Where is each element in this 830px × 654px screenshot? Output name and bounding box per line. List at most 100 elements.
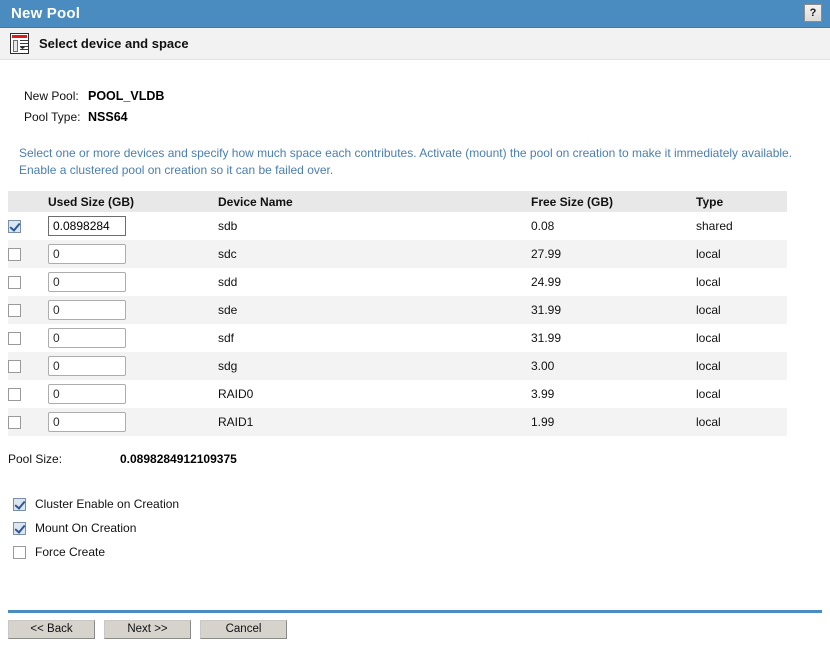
used-size-input[interactable] xyxy=(48,328,126,348)
table-row: RAID11.99local xyxy=(8,408,787,436)
type-cell: local xyxy=(696,296,787,324)
row-select-checkbox[interactable] xyxy=(8,248,21,261)
option-checkbox[interactable] xyxy=(13,546,26,559)
free-size-cell: 31.99 xyxy=(531,296,696,324)
instruction-text: Select one or more devices and specify h… xyxy=(0,145,830,178)
new-pool-value: POOL_VLDB xyxy=(88,86,164,107)
used-size-cell xyxy=(48,352,218,380)
step-header: ◂▸ Select device and space xyxy=(0,28,830,60)
row-select-checkbox[interactable] xyxy=(8,416,21,429)
pool-size-row: Pool Size: 0.0898284912109375 xyxy=(0,452,830,466)
used-size-input[interactable] xyxy=(48,412,126,432)
row-select-cell xyxy=(8,380,48,408)
row-select-cell xyxy=(8,296,48,324)
table-row: sdf31.99local xyxy=(8,324,787,352)
pool-type-label: Pool Type: xyxy=(24,107,88,128)
type-cell: local xyxy=(696,324,787,352)
next-button[interactable]: Next >> xyxy=(104,620,191,639)
row-select-checkbox[interactable] xyxy=(8,304,21,317)
window-title: New Pool xyxy=(0,5,80,22)
back-button[interactable]: << Back xyxy=(8,620,95,639)
used-size-cell xyxy=(48,212,218,240)
option-label: Force Create xyxy=(35,545,105,559)
row-select-checkbox[interactable] xyxy=(8,388,21,401)
help-button[interactable]: ? xyxy=(804,4,822,22)
window-titlebar: New Pool ? xyxy=(0,0,830,28)
table-row: sdb0.08shared xyxy=(8,212,787,240)
pool-type-row: Pool Type: NSS64 xyxy=(24,107,830,128)
pool-info: New Pool: POOL_VLDB Pool Type: NSS64 xyxy=(0,86,830,128)
table-row: sde31.99local xyxy=(8,296,787,324)
table-row: sdg3.00local xyxy=(8,352,787,380)
footer-divider xyxy=(8,610,822,613)
pool-size-value: 0.0898284912109375 xyxy=(120,452,237,466)
used-size-cell xyxy=(48,408,218,436)
option-row[interactable]: Mount On Creation xyxy=(13,516,830,540)
option-checkbox[interactable] xyxy=(13,522,26,535)
row-select-cell xyxy=(8,408,48,436)
row-select-checkbox[interactable] xyxy=(8,360,21,373)
row-select-cell xyxy=(8,352,48,380)
table-row: RAID03.99local xyxy=(8,380,787,408)
used-size-cell xyxy=(48,240,218,268)
row-select-cell xyxy=(8,268,48,296)
option-label: Mount On Creation xyxy=(35,521,136,535)
used-size-input[interactable] xyxy=(48,384,126,404)
used-size-cell xyxy=(48,296,218,324)
device-name-cell: sdf xyxy=(218,324,531,352)
column-header-type: Type xyxy=(696,191,787,212)
free-size-cell: 3.99 xyxy=(531,380,696,408)
device-name-cell: RAID1 xyxy=(218,408,531,436)
device-space-icon: ◂▸ xyxy=(10,33,29,54)
device-name-cell: sdd xyxy=(218,268,531,296)
free-size-cell: 3.00 xyxy=(531,352,696,380)
new-pool-label: New Pool: xyxy=(24,86,88,107)
pool-size-label: Pool Size: xyxy=(8,452,120,466)
used-size-input[interactable] xyxy=(48,356,126,376)
free-size-cell: 27.99 xyxy=(531,240,696,268)
step-title: Select device and space xyxy=(39,36,189,51)
used-size-input[interactable] xyxy=(48,216,126,236)
device-table-body: sdb0.08sharedsdc27.99localsdd24.99locals… xyxy=(8,212,787,436)
type-cell: local xyxy=(696,408,787,436)
row-select-cell xyxy=(8,240,48,268)
table-header-row: Used Size (GB) Device Name Free Size (GB… xyxy=(8,191,787,212)
row-select-checkbox[interactable] xyxy=(8,332,21,345)
device-name-cell: sdb xyxy=(218,212,531,240)
row-select-checkbox[interactable] xyxy=(8,220,21,233)
option-label: Cluster Enable on Creation xyxy=(35,497,179,511)
option-checkbox[interactable] xyxy=(13,498,26,511)
used-size-cell xyxy=(48,324,218,352)
cancel-button[interactable]: Cancel xyxy=(200,620,287,639)
column-header-free-size: Free Size (GB) xyxy=(531,191,696,212)
used-size-cell xyxy=(48,268,218,296)
table-row: sdd24.99local xyxy=(8,268,787,296)
free-size-cell: 0.08 xyxy=(531,212,696,240)
table-row: sdc27.99local xyxy=(8,240,787,268)
used-size-input[interactable] xyxy=(48,244,126,264)
used-size-cell xyxy=(48,380,218,408)
free-size-cell: 24.99 xyxy=(531,268,696,296)
used-size-input[interactable] xyxy=(48,272,126,292)
device-name-cell: sde xyxy=(218,296,531,324)
device-name-cell: sdg xyxy=(218,352,531,380)
used-size-input[interactable] xyxy=(48,300,126,320)
pool-type-value: NSS64 xyxy=(88,107,128,128)
type-cell: local xyxy=(696,268,787,296)
type-cell: local xyxy=(696,240,787,268)
device-name-cell: sdc xyxy=(218,240,531,268)
type-cell: local xyxy=(696,352,787,380)
column-header-device-name: Device Name xyxy=(218,191,531,212)
footer-buttons: << Back Next >> Cancel xyxy=(8,620,287,639)
options-group: Cluster Enable on Creation Mount On Creat… xyxy=(0,492,830,564)
row-select-cell xyxy=(8,324,48,352)
row-select-checkbox[interactable] xyxy=(8,276,21,289)
new-pool-row: New Pool: POOL_VLDB xyxy=(24,86,830,107)
free-size-cell: 31.99 xyxy=(531,324,696,352)
type-cell: local xyxy=(696,380,787,408)
column-header-used-size: Used Size (GB) xyxy=(48,191,218,212)
option-row[interactable]: Cluster Enable on Creation xyxy=(13,492,830,516)
column-header-select xyxy=(8,191,48,212)
row-select-cell xyxy=(8,212,48,240)
option-row[interactable]: Force Create xyxy=(13,540,830,564)
